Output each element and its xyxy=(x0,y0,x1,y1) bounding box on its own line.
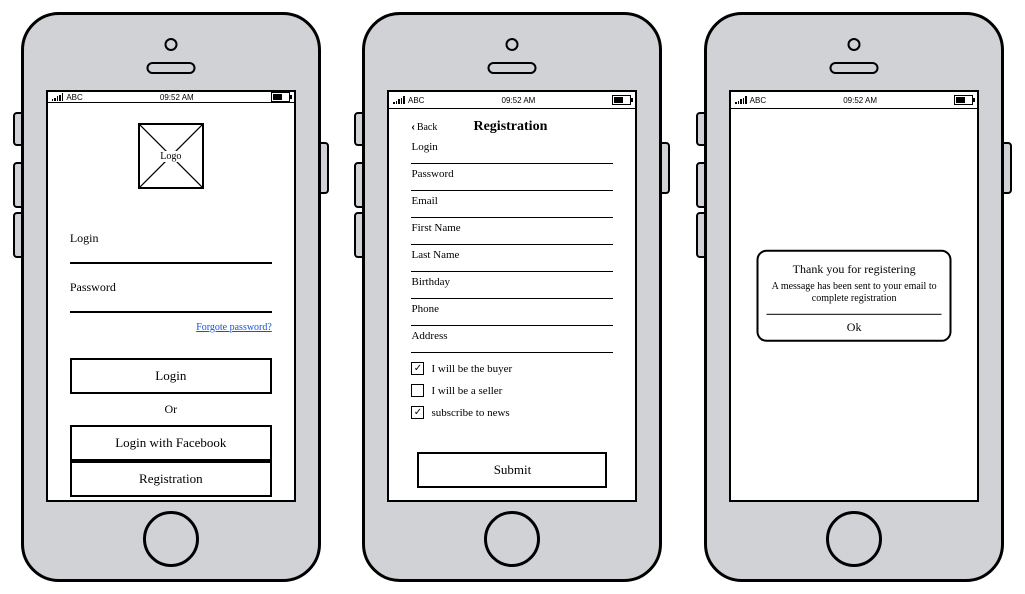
status-bar: ABC 09:52 AM xyxy=(389,92,635,109)
email-input[interactable] xyxy=(411,205,613,218)
checkbox-news[interactable]: ✓ subscribe to news xyxy=(411,406,613,419)
speaker xyxy=(146,62,195,74)
dialog-body: A message has been sent to your email to… xyxy=(767,280,942,305)
registration-button[interactable]: Registration xyxy=(70,461,272,497)
screen-registration: ABC 09:52 AM ‹ Back Registration Login P… xyxy=(387,90,637,502)
power-button xyxy=(1002,142,1012,194)
battery-icon xyxy=(954,95,973,105)
battery-icon xyxy=(612,95,631,105)
phone-input[interactable] xyxy=(411,313,613,326)
home-button[interactable] xyxy=(484,511,540,567)
volume-up xyxy=(354,162,364,208)
confirmation-dialog: Thank you for registering A message has … xyxy=(757,249,952,341)
checkbox-icon: ✓ xyxy=(411,406,424,419)
volume-down xyxy=(696,212,706,258)
phone-registration: ABC 09:52 AM ‹ Back Registration Login P… xyxy=(362,12,662,582)
power-button xyxy=(319,142,329,194)
checkbox-seller[interactable]: I will be a seller xyxy=(411,384,613,397)
forgot-password-link[interactable]: Forgote password? xyxy=(196,322,272,333)
signal-icon xyxy=(393,96,405,104)
login-button[interactable]: Login xyxy=(70,358,272,394)
signal-icon xyxy=(735,96,747,104)
password-label: Password xyxy=(70,280,272,295)
status-bar: ABC 09:52 AM xyxy=(731,92,977,109)
carrier-label: ABC xyxy=(750,96,766,105)
clock-label: 09:52 AM xyxy=(843,96,877,105)
dialog-title: Thank you for registering xyxy=(793,261,916,276)
phone-confirmation: ABC 09:52 AM Thank you for registering A… xyxy=(704,12,1004,582)
home-button[interactable] xyxy=(143,511,199,567)
mute-switch xyxy=(696,112,706,146)
status-bar: ABC 09:52 AM xyxy=(48,92,294,103)
login-facebook-button[interactable]: Login with Facebook xyxy=(70,425,272,461)
page-title: Registration xyxy=(407,119,613,135)
mute-switch xyxy=(354,112,364,146)
volume-up xyxy=(13,162,23,208)
checkbox-icon: ✓ xyxy=(411,362,424,375)
volume-down xyxy=(13,212,23,258)
login-label: Login xyxy=(70,231,272,246)
battery-icon xyxy=(271,92,290,102)
speaker xyxy=(830,62,879,74)
signal-icon xyxy=(52,93,64,101)
phone-login: ABC 09:52 AM Logo Login Password xyxy=(21,12,321,582)
carrier-label: ABC xyxy=(66,93,82,102)
checkbox-buyer[interactable]: ✓ I will be the buyer xyxy=(411,362,613,375)
carrier-label: ABC xyxy=(408,96,424,105)
home-button[interactable] xyxy=(826,511,882,567)
mute-switch xyxy=(13,112,23,146)
power-button xyxy=(660,142,670,194)
password-input[interactable] xyxy=(70,295,272,313)
logo-text: Logo xyxy=(158,151,183,162)
front-camera xyxy=(848,38,861,51)
checkbox-icon xyxy=(411,384,424,397)
screen-login: ABC 09:52 AM Logo Login Password xyxy=(46,90,296,502)
front-camera xyxy=(506,38,519,51)
login-input[interactable] xyxy=(70,246,272,264)
wireframe-stage: ABC 09:52 AM Logo Login Password xyxy=(0,0,1025,594)
login-input[interactable] xyxy=(411,151,613,164)
volume-down xyxy=(354,212,364,258)
logo-placeholder: Logo xyxy=(138,123,204,189)
clock-label: 09:52 AM xyxy=(502,96,536,105)
volume-up xyxy=(696,162,706,208)
speaker xyxy=(488,62,537,74)
screen-confirmation: ABC 09:52 AM Thank you for registering A… xyxy=(729,90,979,502)
or-divider: Or xyxy=(70,402,272,417)
submit-button[interactable]: Submit xyxy=(417,452,607,488)
front-camera xyxy=(164,38,177,51)
clock-label: 09:52 AM xyxy=(160,93,194,102)
ok-button[interactable]: Ok xyxy=(847,314,862,339)
